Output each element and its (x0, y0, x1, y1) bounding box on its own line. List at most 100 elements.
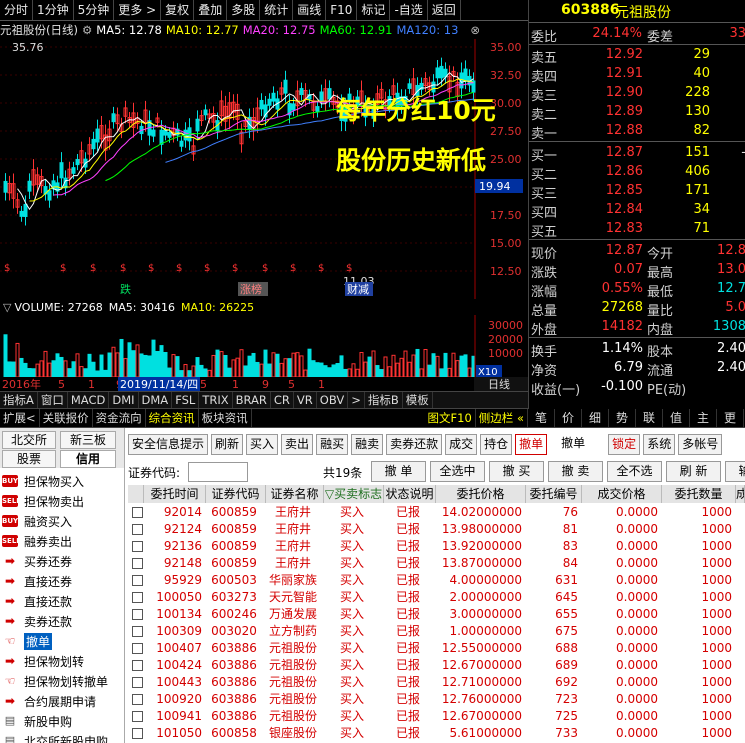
indicator-tab-7[interactable]: BRAR (233, 392, 271, 408)
table-row[interactable]: 92124 600859 王府井 买入 已报 13.98000000 81 0.0000 100… (128, 521, 745, 538)
ask-price[interactable]: 12.88 (606, 123, 643, 138)
cancel-action-3[interactable]: 撤 卖 (548, 461, 603, 482)
action-button-11[interactable]: 锁定 (608, 434, 641, 455)
menu-item-8[interactable]: ☜ 撤单 (0, 631, 124, 651)
dividend-marker[interactable]: $ (148, 263, 154, 274)
indicator-tab-2[interactable]: MACD (68, 392, 110, 408)
cancel-action-2[interactable]: 撤 买 (489, 461, 544, 482)
dividend-marker[interactable]: $ (204, 263, 210, 274)
dividend-marker[interactable]: $ (232, 263, 238, 274)
tab-credit[interactable]: 信用 (60, 450, 116, 468)
bid-price[interactable]: 12.86 (606, 164, 643, 179)
grid-header-2[interactable]: 证券代码 (206, 485, 266, 503)
indicator-tab-0[interactable]: 指标A (0, 392, 38, 408)
bid-price[interactable]: 12.85 (606, 183, 643, 198)
action-button-10[interactable]: 撤单 (558, 434, 589, 455)
dividend-marker[interactable]: $ (318, 263, 324, 274)
table-row[interactable]: 92148 600859 王府井 买入 已报 13.87000000 84 0.0000 100… (128, 555, 745, 572)
ask-price[interactable]: 12.89 (606, 104, 643, 119)
menu-item-13[interactable]: ▤ 北交所新股申购 (0, 731, 124, 743)
grid-header-9[interactable]: 委托数量 (662, 485, 736, 503)
period-label[interactable]: 日线 (488, 377, 510, 391)
table-row[interactable]: 100407 603886 元祖股份 买入 已报 12.55000000 688 0.0000… (128, 640, 745, 657)
indicator-tab-9[interactable]: VR (294, 392, 317, 408)
settings-icon[interactable]: ⚙ (82, 23, 92, 37)
menu-item-1[interactable]: SELL 担保物卖出 (0, 491, 124, 511)
dividend-marker[interactable]: $ (290, 263, 296, 274)
side-tab-3[interactable]: 势 (609, 409, 636, 427)
side-tab-6[interactable]: 主 (690, 409, 717, 427)
grid-header-5[interactable]: 状态说明 (384, 485, 436, 503)
menu-item-12[interactable]: ▤ 新股申购 (0, 711, 124, 731)
dividend-marker[interactable]: $ (120, 263, 126, 274)
menu-item-5[interactable]: ➡ 直接还券 (0, 571, 124, 591)
row-checkbox[interactable] (132, 507, 143, 518)
table-row[interactable]: 101050 600858 银座股份 买入 已报 5.61000000 733 0.0000 1… (128, 725, 745, 742)
indicator-tab-4[interactable]: DMA (139, 392, 173, 408)
table-row[interactable]: 100134 600246 万通发展 买入 已报 3.00000000 655 0.0000 1… (128, 606, 745, 623)
ask-price[interactable]: 12.91 (606, 66, 643, 81)
grid-header-1[interactable]: 委托时间 (144, 485, 206, 503)
toolbar-item-10[interactable]: 标记 (357, 0, 391, 20)
bid-price[interactable]: 12.87 (606, 145, 643, 160)
table-row[interactable]: 100941 603886 元祖股份 买入 已报 12.67000000 725 0.0000… (128, 708, 745, 725)
bid-price[interactable]: 12.84 (606, 202, 643, 217)
action-button-7[interactable]: 成交 (445, 434, 478, 455)
table-row[interactable]: 100309 003020 立方制药 买入 已报 1.00000000 675 0.0000 1… (128, 623, 745, 640)
ext-tab-4[interactable]: 板块资讯 (199, 409, 252, 427)
menu-item-10[interactable]: ☜ 担保物划转撤单 (0, 671, 124, 691)
side-tab-5[interactable]: 值 (663, 409, 690, 427)
action-button-0[interactable]: 安全信息提示 (128, 434, 209, 455)
grid-header-7[interactable]: 委托编号 (526, 485, 582, 503)
ext-tab-5[interactable]: 图文F10 (425, 409, 476, 427)
grid-header-0[interactable] (128, 485, 144, 503)
close-icon[interactable]: ⊗ (470, 23, 480, 37)
indicator-tab-12[interactable]: 指标B (365, 392, 403, 408)
table-row[interactable]: 100443 603886 元祖股份 买入 已报 12.71000000 692 0.0000… (128, 674, 745, 691)
toolbar-item-2[interactable]: 5分钟 (74, 0, 115, 20)
cancel-action-4[interactable]: 全不选 (607, 461, 662, 482)
indicator-tab-3[interactable]: DMI (109, 392, 139, 408)
action-button-3[interactable]: 卖出 (281, 434, 314, 455)
row-checkbox[interactable] (132, 575, 143, 586)
action-button-5[interactable]: 融卖 (351, 434, 384, 455)
toolbar-item-7[interactable]: 统计 (260, 0, 294, 20)
action-button-2[interactable]: 买入 (246, 434, 279, 455)
row-checkbox[interactable] (132, 558, 143, 569)
menu-item-11[interactable]: ➡ 合约展期申请 (0, 691, 124, 711)
side-tab-0[interactable]: 笔 (528, 409, 555, 427)
side-tab-4[interactable]: 联 (636, 409, 663, 427)
dividend-marker[interactable]: $ (60, 263, 66, 274)
row-checkbox[interactable] (132, 660, 143, 671)
tab-bse[interactable]: 北交所 (2, 431, 56, 449)
cancel-action-0[interactable]: 撤 单 (371, 461, 426, 482)
menu-item-6[interactable]: ➡ 直接还款 (0, 591, 124, 611)
table-row[interactable]: 92136 600859 王府井 买入 已报 13.92000000 83 0.0000 100… (128, 538, 745, 555)
row-checkbox[interactable] (132, 524, 143, 535)
row-checkbox[interactable] (132, 643, 143, 654)
ext-tab-0[interactable]: 扩展< (0, 409, 40, 427)
grid-header-8[interactable]: 成交价格 (582, 485, 662, 503)
side-tab-1[interactable]: 价 (555, 409, 582, 427)
indicator-tab-5[interactable]: FSL (172, 392, 200, 408)
toolbar-item-12[interactable]: 返回 (428, 0, 461, 20)
table-row[interactable]: 92014 600859 王府井 买入 已报 14.02000000 76 0.0000 100… (128, 504, 745, 521)
toolbar-item-11[interactable]: -自选 (390, 0, 428, 20)
ask-price[interactable]: 12.92 (606, 47, 643, 62)
cancel-action-6[interactable]: 输 出 (725, 461, 745, 482)
action-button-13[interactable]: 多帐号 (678, 434, 723, 455)
grid-header-10[interactable]: 成 (736, 485, 745, 503)
toolbar-item-0[interactable]: 分时 (0, 0, 34, 20)
kline-chart[interactable]: 35.0032.5030.0027.5025.0022.5017.5015.00… (0, 39, 528, 299)
row-checkbox[interactable] (132, 541, 143, 552)
cancel-action-1[interactable]: 全选中 (430, 461, 485, 482)
dividend-marker[interactable]: $ (176, 263, 182, 274)
row-checkbox[interactable] (132, 677, 143, 688)
dividend-marker[interactable]: $ (346, 263, 352, 274)
menu-item-9[interactable]: ➡ 担保物划转 (0, 651, 124, 671)
indicator-tab-8[interactable]: CR (271, 392, 294, 408)
toolbar-item-1[interactable]: 1分钟 (33, 0, 74, 20)
ext-tab-6[interactable]: 侧边栏 « (476, 409, 528, 427)
ext-tab-2[interactable]: 资金流向 (93, 409, 146, 427)
menu-item-0[interactable]: BUY 担保物买入 (0, 471, 124, 491)
